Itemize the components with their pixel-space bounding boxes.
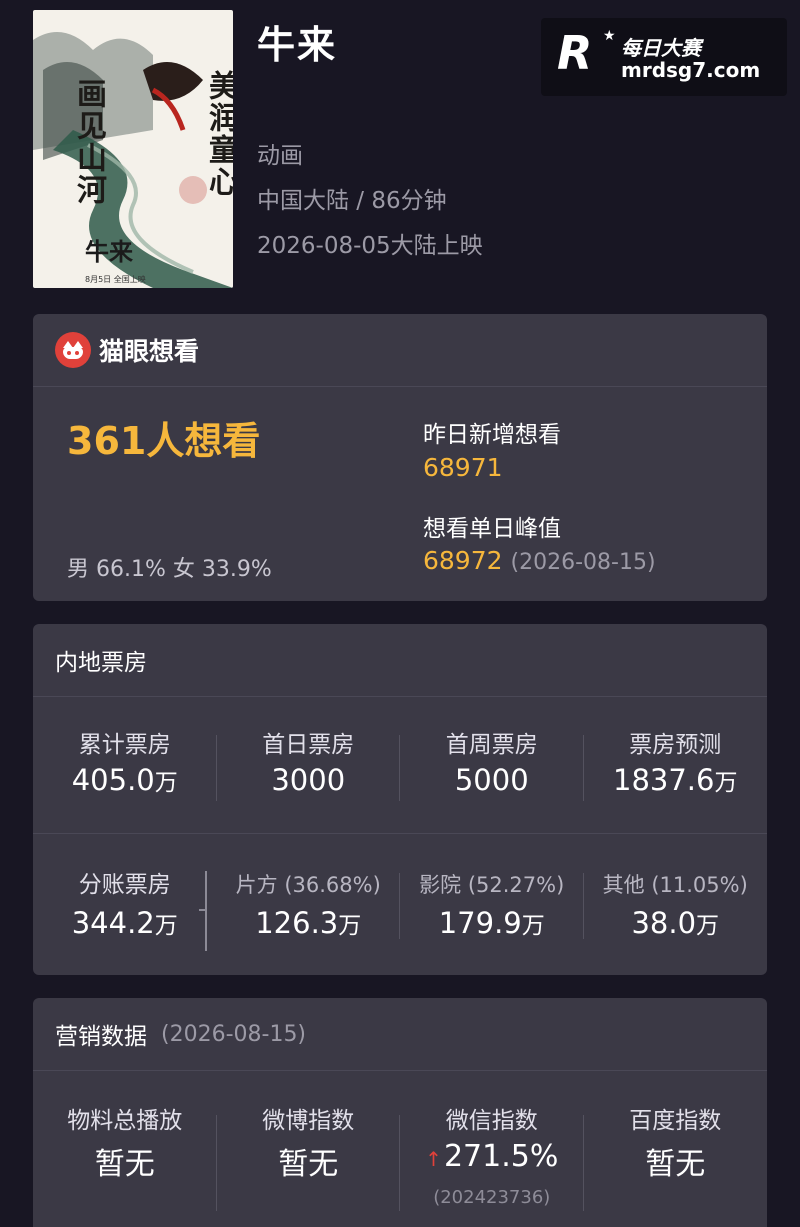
stat-other-share[interactable]: 其他 (11.05%) 38.0万 [584, 835, 768, 975]
stat-label: 微信指数 [445, 1108, 538, 1134]
stat-value: 126.3万 [255, 906, 362, 940]
marketing-row: 物料总播放 暂无 微博指数 暂无 微信指数 ↑271.5% (202423736… [33, 1071, 767, 1227]
movie-release-date: 2026-08-05大陆上映 [257, 233, 483, 259]
stat-value: 179.9万 [438, 906, 545, 940]
stat-forecast[interactable]: 票房预测 1837.6万 [584, 697, 768, 833]
stat-producer-share[interactable]: 片方 (36.68%) 126.3万 [217, 835, 401, 975]
marketing-card: 营销数据 (2026-08-15) 物料总播放 暂无 微博指数 暂无 微信指数 … [33, 998, 767, 1227]
watermark-logo: R ★ 每日大赛 mrdsg7.com [541, 18, 787, 96]
watermark-url: mrdsg7.com [621, 58, 761, 82]
stat-label: 百度指数 [629, 1108, 722, 1134]
stat-label: 物料总播放 [67, 1108, 183, 1134]
maoyan-cat-icon [55, 332, 91, 368]
marketing-header: 营销数据 (2026-08-15) [33, 998, 767, 1071]
watermark-r-glyph: R [557, 26, 593, 80]
peak-value-row: 68972 (2026-08-15) [423, 546, 656, 575]
maoyan-card-header: 猫眼想看 [33, 314, 767, 387]
brace-icon [199, 871, 215, 951]
stat-label: 累计票房 [78, 732, 171, 758]
want-count: 361人想看 [67, 419, 261, 463]
marketing-title: 营销数据 [55, 1024, 147, 1050]
movie-title: 牛来 [257, 23, 338, 67]
marketing-date: (2026-08-15) [161, 1021, 307, 1047]
peak-date: (2026-08-15) [510, 550, 656, 575]
stat-value: 3000 [271, 763, 346, 797]
maoyan-brand-label: 猫眼想看 [99, 337, 200, 366]
stat-wechat-index[interactable]: 微信指数 ↑271.5% (202423736) [400, 1071, 584, 1227]
stat-material-plays[interactable]: 物料总播放 暂无 [33, 1071, 217, 1227]
stat-value: 暂无 [94, 1147, 155, 1182]
stat-value: 5000 [454, 763, 529, 797]
stat-label: 分账票房 [78, 872, 171, 898]
stat-label: 片方 (36.68%) [235, 873, 381, 897]
stat-label: 影院 (52.27%) [419, 873, 565, 897]
box-office-title: 内地票房 [55, 650, 147, 676]
stat-value: 1837.6万 [613, 763, 738, 797]
stat-label: 首日票房 [262, 732, 355, 758]
yesterday-new-value: 68971 [423, 453, 503, 482]
movie-region-duration: 中国大陆 / 86分钟 [257, 188, 447, 214]
stat-subvalue: (202423736) [433, 1187, 551, 1208]
star-icon: ★ [603, 28, 616, 44]
yesterday-new-label: 昨日新增想看 [423, 422, 561, 448]
stat-split-box-office[interactable]: 分账票房 344.2万 [33, 835, 217, 975]
stat-label: 其他 (11.05%) [602, 873, 748, 897]
movie-poster[interactable]: 画见山河 美润童心 牛来 8月5日 全国上映 [33, 10, 233, 288]
stat-label: 首周票房 [445, 732, 538, 758]
stat-value: 暂无 [278, 1147, 339, 1182]
box-office-row-2: 分账票房 344.2万 片方 (36.68%) 126.3万 影院 (52.27… [33, 835, 767, 975]
stat-label: 票房预测 [629, 732, 722, 758]
box-office-card: 内地票房 累计票房 405.0万 首日票房 3000 首周票房 5000 票房预… [33, 624, 767, 975]
arrow-up-icon: ↑ [425, 1147, 442, 1171]
stat-value: 405.0万 [71, 763, 178, 797]
stat-first-week[interactable]: 首周票房 5000 [400, 697, 584, 833]
stat-label: 微博指数 [262, 1108, 355, 1134]
watermark-name: 每日大赛 [621, 36, 701, 60]
stat-value: 暂无 [645, 1147, 706, 1182]
stat-value: ↑271.5% [425, 1139, 559, 1174]
peak-value: 68972 [423, 546, 503, 575]
stat-cinema-share[interactable]: 影院 (52.27%) 179.9万 [400, 835, 584, 975]
stat-value: 344.2万 [71, 906, 178, 940]
box-office-header: 内地票房 [33, 624, 767, 697]
stat-first-day[interactable]: 首日票房 3000 [217, 697, 401, 833]
stat-cumulative[interactable]: 累计票房 405.0万 [33, 697, 217, 833]
gender-ratio: 男 66.1% 女 33.9% [67, 557, 272, 582]
stat-weibo-index[interactable]: 微博指数 暂无 [217, 1071, 401, 1227]
stat-baidu-index[interactable]: 百度指数 暂无 [584, 1071, 768, 1227]
box-office-row-1: 累计票房 405.0万 首日票房 3000 首周票房 5000 票房预测 183… [33, 697, 767, 834]
poster-right-text: 美润童心 [203, 70, 233, 198]
poster-date: 8月5日 全国上映 [85, 275, 146, 284]
peak-label: 想看单日峰值 [423, 516, 561, 542]
maoyan-want-card: 猫眼想看 361人想看 男 66.1% 女 33.9% 昨日新增想看 68971… [33, 314, 767, 601]
poster-title: 牛来 [85, 237, 133, 266]
movie-genre: 动画 [257, 143, 303, 169]
stat-value: 38.0万 [631, 906, 720, 940]
poster-left-text: 画见山河 [71, 78, 106, 206]
